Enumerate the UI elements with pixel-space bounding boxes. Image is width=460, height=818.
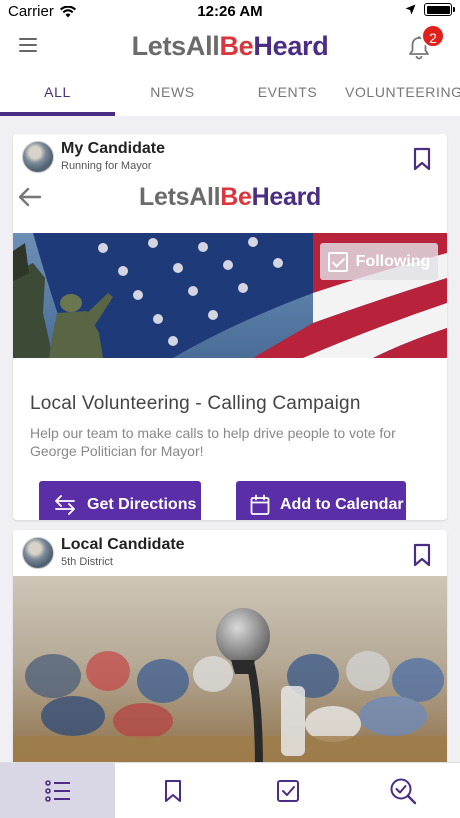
bookmark-icon[interactable] — [412, 543, 432, 567]
clock: 12:26 AM — [197, 3, 263, 20]
directions-arrows-icon — [55, 495, 75, 515]
category-tabs: ALL NEWS EVENTS VOLUNTEERING — [0, 70, 460, 116]
bottom-nav-feed[interactable] — [0, 763, 115, 818]
checkbox-icon — [276, 779, 299, 802]
bottom-nav-following[interactable] — [230, 763, 345, 818]
add-to-calendar-label: Add to Calendar — [280, 496, 404, 513]
feed-card: Local Candidate 5th District — [13, 530, 447, 762]
logo-part-letsall: LetsAll — [139, 183, 221, 211]
event-logo: LetsAllBeHeard — [13, 183, 447, 212]
candidate-avatar[interactable] — [22, 141, 54, 173]
candidate-subtitle: Running for Mayor — [61, 160, 152, 172]
logo-part-be: Be — [219, 31, 254, 61]
battery-icon — [424, 3, 455, 16]
checkbox-checked-icon — [327, 251, 348, 272]
notification-badge: 2 — [421, 24, 445, 48]
following-label: Following — [355, 252, 431, 270]
card-header: My Candidate Running for Mayor — [13, 134, 447, 180]
bottom-nav-search[interactable] — [345, 763, 460, 818]
logo-part-heard: Heard — [253, 31, 329, 61]
following-toggle[interactable]: Following — [320, 243, 438, 280]
feed[interactable]: My Candidate Running for Mayor LetsAllBe… — [0, 116, 460, 762]
app-header: LetsAllBeHeard 2 — [0, 24, 460, 70]
logo-part-be: Be — [220, 183, 252, 211]
candidate-subtitle: 5th District — [61, 556, 113, 568]
tab-volunteering[interactable]: VOLUNTEERING — [345, 70, 460, 116]
candidate-name[interactable]: My Candidate — [61, 140, 165, 158]
location-arrow-icon — [405, 4, 416, 15]
app-logo: LetsAllBeHeard — [0, 31, 460, 62]
event-header-bar: LetsAllBeHeard — [13, 180, 447, 216]
microphone-photo — [13, 576, 447, 762]
card-header: Local Candidate 5th District — [13, 530, 447, 576]
list-icon — [44, 779, 70, 802]
status-bar: Carrier 12:26 AM — [0, 0, 460, 24]
tab-news[interactable]: NEWS — [115, 70, 230, 116]
bookmark-icon — [164, 779, 181, 802]
bookmark-icon[interactable] — [412, 147, 432, 171]
search-check-icon — [390, 778, 416, 804]
get-directions-label: Get Directions — [87, 496, 197, 513]
tab-all[interactable]: ALL — [0, 70, 115, 116]
tab-events[interactable]: EVENTS — [230, 70, 345, 116]
get-directions-button[interactable]: Get Directions — [39, 481, 201, 520]
status-right — [405, 3, 455, 16]
bottom-nav-bookmarks[interactable] — [115, 763, 230, 818]
logo-part-letsall: LetsAll — [131, 31, 220, 61]
event-image-flag[interactable]: Following — [13, 233, 447, 358]
feed-card: My Candidate Running for Mayor LetsAllBe… — [13, 134, 447, 520]
candidate-name[interactable]: Local Candidate — [61, 536, 185, 554]
add-to-calendar-button[interactable]: Add to Calendar — [236, 481, 406, 520]
event-image-microphone[interactable] — [13, 576, 447, 762]
logo-part-heard: Heard — [251, 183, 322, 211]
event-description: Help our team to make calls to help driv… — [30, 425, 396, 459]
calendar-icon — [250, 494, 270, 515]
bottom-nav — [0, 762, 460, 818]
candidate-avatar[interactable] — [22, 537, 54, 569]
event-title[interactable]: Local Volunteering - Calling Campaign — [30, 393, 361, 415]
